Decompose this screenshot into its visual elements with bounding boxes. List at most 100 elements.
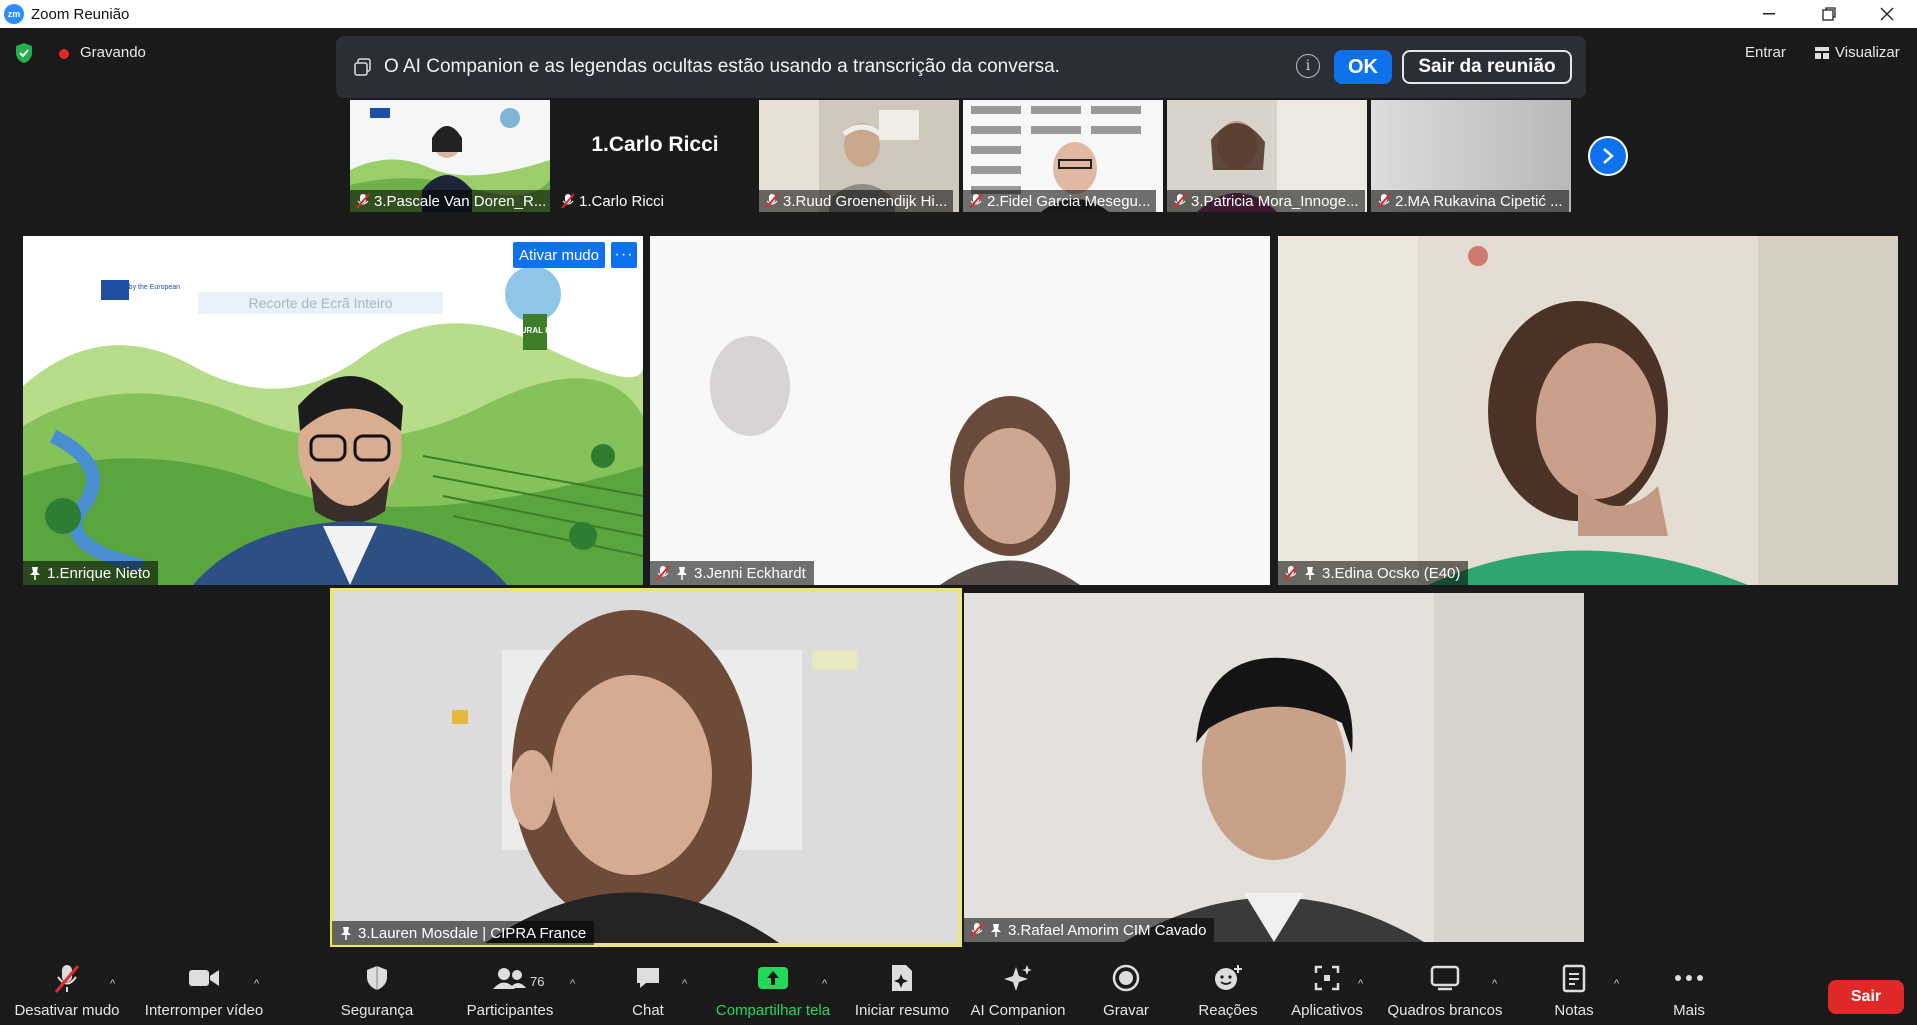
ask-to-unmute-button[interactable]: Ativar mudo: [512, 242, 605, 268]
leave-meeting-button[interactable]: Sair da reunião: [1402, 50, 1572, 84]
participant-name-card: 1.Carlo Ricci: [591, 133, 719, 156]
video-tile[interactable]: 3.Jenni Eckhardt: [650, 236, 1270, 585]
view-button[interactable]: Visualizar: [1815, 44, 1900, 61]
security-shield-icon[interactable]: [14, 42, 34, 64]
pin-icon: [341, 927, 351, 940]
apps-button[interactable]: Aplicativos: [1282, 958, 1372, 1025]
apps-options-caret-icon[interactable]: ^: [1358, 978, 1363, 990]
participants-label: Participantes: [466, 1002, 554, 1019]
whiteboard-options-caret-icon[interactable]: ^: [1492, 978, 1497, 990]
participant-label: 2.Fidel Garcia Mesegu...: [963, 190, 1157, 212]
ai-companion-label: AI Companion: [970, 1002, 1066, 1019]
participants-count: 76: [530, 974, 545, 989]
security-button[interactable]: Segurança: [332, 958, 422, 1025]
whiteboards-label: Quadros brancos: [1387, 1002, 1503, 1019]
minimize-icon[interactable]: [1746, 0, 1792, 28]
window-title: Zoom Reunião: [31, 5, 130, 23]
thumbnail-participant[interactable]: 1.Carlo Ricci 1.Carlo Ricci: [555, 100, 755, 212]
stop-video-button[interactable]: Interromper vídeo: [140, 958, 268, 1025]
notice-message: O AI Companion e as legendas ocultas est…: [384, 56, 1060, 77]
security-label: Segurança: [340, 1002, 414, 1019]
participants-options-caret-icon[interactable]: ^: [570, 978, 575, 990]
mic-muted-icon: [1377, 193, 1391, 209]
participant-label: 3.Rafael Amorim CIM Cavado: [964, 918, 1215, 942]
ai-companion-button[interactable]: AI Companion: [966, 958, 1070, 1025]
whiteboards-button[interactable]: Quadros brancos: [1382, 958, 1508, 1025]
reactions-label: Reações: [1198, 1002, 1258, 1019]
participant-label: 2.MA Rukavina Cipetić ...: [1371, 190, 1569, 212]
reaction-icon: [1215, 965, 1242, 990]
mic-muted-icon: [1284, 565, 1298, 581]
leave-button[interactable]: Sair: [1828, 980, 1904, 1014]
unmute-button[interactable]: Desativar mudo: [12, 958, 122, 1025]
participant-name: 2.Fidel Garcia Mesegu...: [987, 192, 1151, 210]
next-page-arrow-icon[interactable]: [1588, 136, 1628, 176]
participant-label: 1.Carlo Ricci: [555, 190, 670, 212]
share-screen-button[interactable]: Compartilhar tela: [708, 958, 838, 1025]
stop-video-label: Interromper vídeo: [144, 1002, 264, 1019]
summary-icon: [892, 965, 912, 991]
recording-dot-icon: [59, 49, 69, 59]
participants-icon: [493, 968, 526, 989]
chat-button[interactable]: Chat: [618, 958, 678, 1025]
mic-muted-icon: [765, 193, 779, 209]
participant-name: 1.Carlo Ricci: [579, 192, 665, 210]
share-screen-label: Compartilhar tela: [715, 1002, 831, 1019]
participant-label: 3.Ruud Groenendijk Hi...: [759, 190, 954, 212]
more-label: Mais: [1673, 1002, 1705, 1019]
share-screen-icon: [758, 967, 788, 989]
zoom-logo-icon: zm: [4, 4, 24, 24]
info-icon[interactable]: i: [1296, 54, 1320, 78]
participant-label: 3.Jenni Eckhardt: [650, 561, 814, 585]
record-button[interactable]: Gravar: [1098, 958, 1154, 1025]
mic-muted-icon: [970, 922, 984, 938]
video-options-caret-icon[interactable]: ^: [254, 978, 259, 990]
thumbnail-participant[interactable]: 3.Patricia Mora_Innoge...: [1167, 100, 1367, 212]
participant-video: [1278, 236, 1898, 585]
participant-label: 1.Enrique Nieto: [23, 561, 159, 585]
notes-options-caret-icon[interactable]: ^: [1614, 978, 1619, 990]
chat-options-caret-icon[interactable]: ^: [682, 978, 687, 990]
participant-name: 2.MA Rukavina Cipetić ...: [1395, 192, 1563, 210]
reactions-button[interactable]: Reações: [1192, 958, 1264, 1025]
apps-icon: [1314, 965, 1340, 991]
participants-button[interactable]: Participantes: [462, 958, 558, 1025]
video-tile[interactable]: 3.Rafael Amorim CIM Cavado: [964, 593, 1584, 942]
participant-name: 3.Jenni Eckhardt: [694, 564, 806, 582]
video-tile[interactable]: Funded by the European Union Recorte de …: [23, 236, 643, 585]
thumbnail-participant[interactable]: 2.MA Rukavina Cipetić ...: [1371, 100, 1571, 212]
share-options-caret-icon[interactable]: ^: [822, 978, 827, 990]
close-icon[interactable]: [1864, 0, 1910, 28]
more-button[interactable]: Mais: [1664, 958, 1714, 1025]
apps-label: Aplicativos: [1291, 1002, 1363, 1019]
recording-label[interactable]: Gravando: [80, 44, 146, 61]
thumbnail-participant[interactable]: 3.Ruud Groenendijk Hi...: [759, 100, 959, 212]
audio-options-caret-icon[interactable]: ^: [110, 978, 115, 990]
participant-label: 3.Edina Ocsko (E40): [1278, 561, 1469, 585]
participant-name: 3.Ruud Groenendijk Hi...: [783, 192, 948, 210]
thumbnail-participant[interactable]: 3.Pascale Van Doren_R...: [350, 100, 550, 212]
video-tile-active-speaker[interactable]: 3.Lauren Mosdale | CIPRA France: [330, 588, 962, 947]
start-summary-button[interactable]: Iniciar resumo: [852, 958, 952, 1025]
rural-pact-logo: RURAL PACT: [515, 326, 567, 335]
participant-label: 3.Pascale Van Doren_R...: [350, 190, 550, 212]
mic-muted-icon: [1173, 193, 1187, 209]
copy-icon: [354, 58, 371, 76]
participant-name: 3.Rafael Amorim CIM Cavado: [1008, 921, 1207, 939]
video-tile[interactable]: 3.Edina Ocsko (E40): [1278, 236, 1898, 585]
start-summary-label: Iniciar resumo: [854, 1002, 950, 1019]
ok-button[interactable]: OK: [1334, 50, 1392, 84]
more-icon: [1675, 975, 1703, 981]
shield-icon: [367, 966, 387, 990]
record-icon: [1112, 964, 1140, 992]
record-label: Gravar: [1103, 1002, 1149, 1019]
transcription-notice: O AI Companion e as legendas ocultas est…: [336, 36, 1586, 98]
meeting-toolbar: [0, 958, 1917, 1025]
enter-button[interactable]: Entrar: [1745, 44, 1786, 61]
tile-more-options-icon[interactable]: ···: [611, 242, 637, 268]
restore-icon[interactable]: [1806, 0, 1852, 28]
thumbnail-participant[interactable]: 2.Fidel Garcia Mesegu...: [963, 100, 1163, 212]
window-titlebar: zm Zoom Reunião: [0, 0, 1917, 28]
pin-icon: [30, 567, 40, 580]
notes-button[interactable]: Notas: [1544, 958, 1604, 1025]
